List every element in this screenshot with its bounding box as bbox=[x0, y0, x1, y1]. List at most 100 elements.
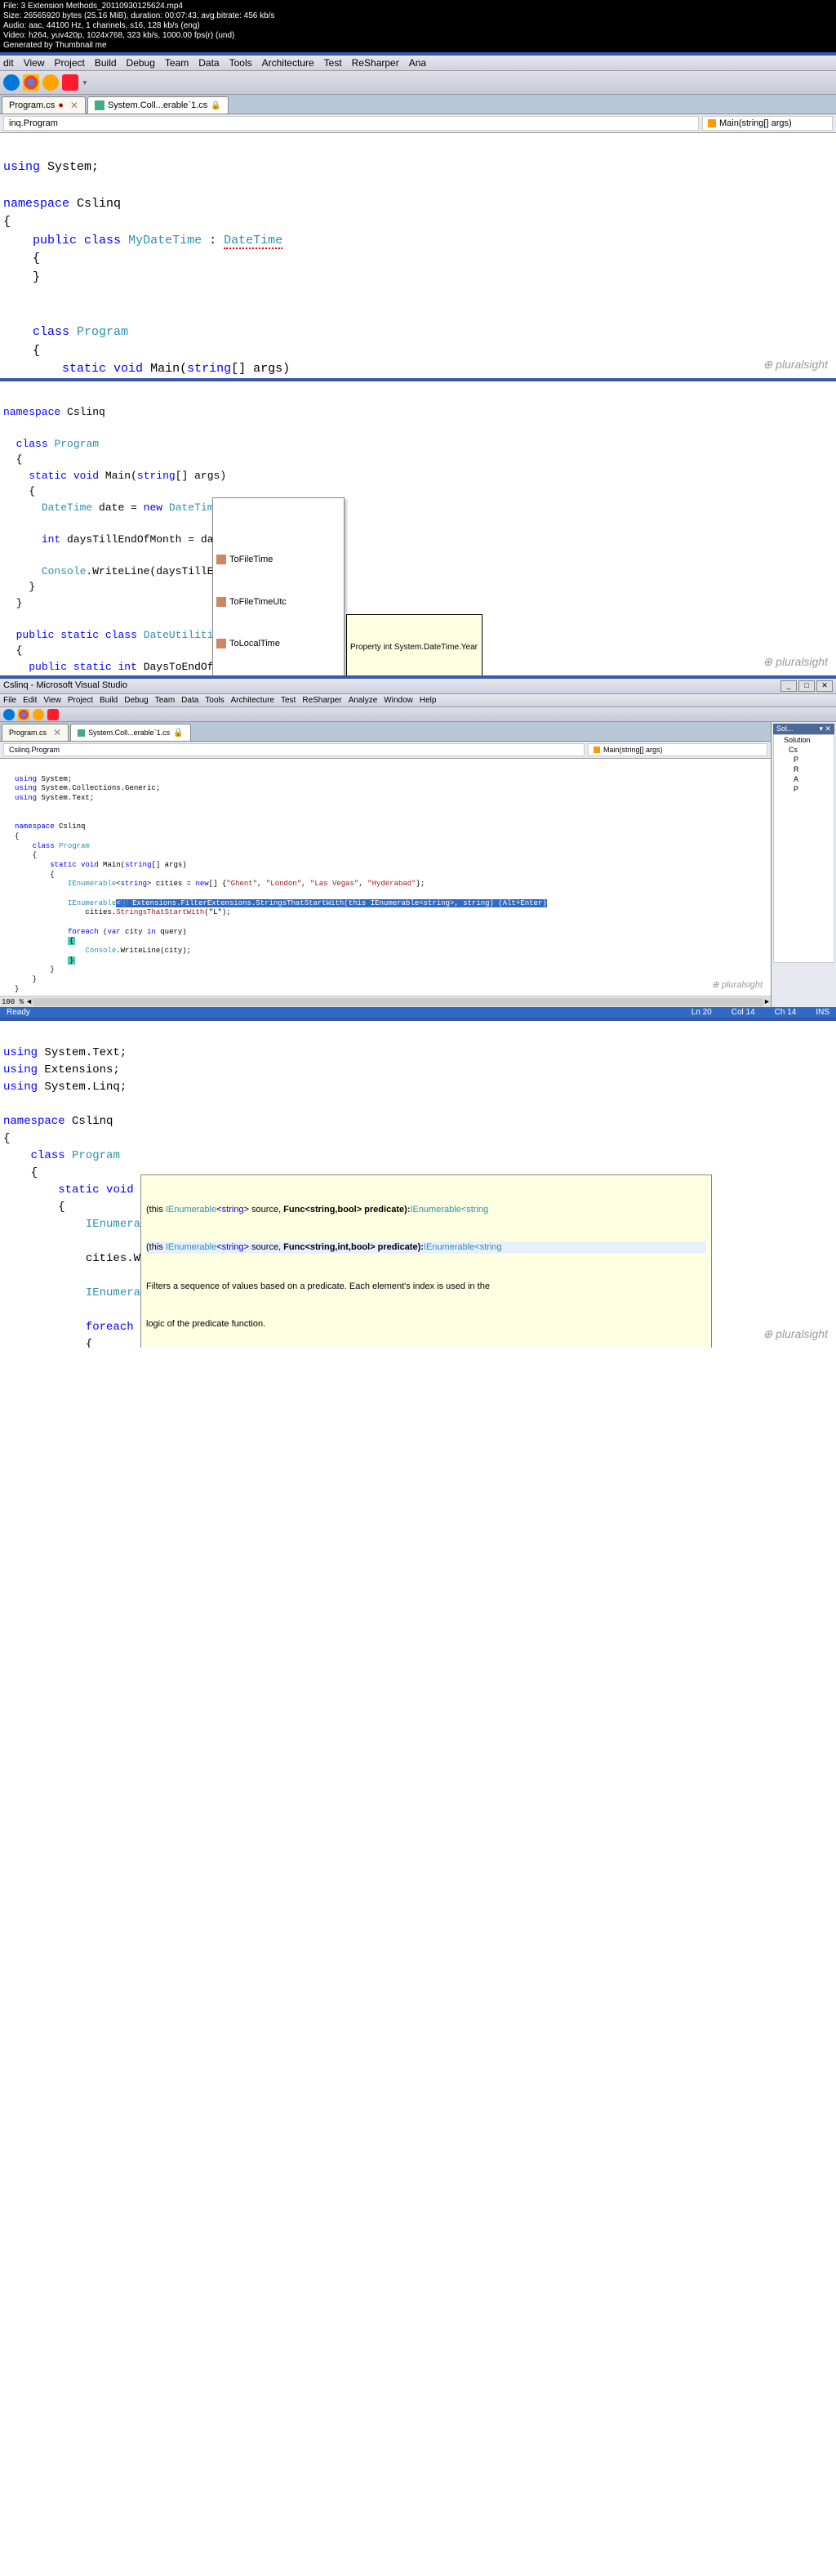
method-icon bbox=[216, 597, 226, 607]
menu-architecture[interactable]: Architecture bbox=[262, 57, 314, 69]
dropdown-icon[interactable]: ▾ bbox=[82, 77, 88, 89]
status-line: Ln 20 bbox=[691, 1008, 712, 1017]
tab-label: System.Coll...erable`1.cs bbox=[88, 729, 170, 737]
menu-build[interactable]: Build bbox=[95, 57, 117, 69]
intellisense-list[interactable]: ToFileTime ToFileTimeUtc ToLocalTime ToL… bbox=[213, 525, 344, 675]
menu-team[interactable]: Team bbox=[155, 696, 175, 705]
menu-data[interactable]: Data bbox=[181, 696, 198, 705]
cs-file-icon bbox=[78, 729, 85, 737]
lock-icon: 🔒 bbox=[211, 101, 220, 110]
minimize-button[interactable]: _ bbox=[780, 680, 797, 692]
menu-debug[interactable]: Debug bbox=[124, 696, 148, 705]
chrome-icon[interactable] bbox=[18, 709, 29, 720]
method-icon bbox=[594, 747, 600, 753]
modified-indicator: ● bbox=[58, 100, 64, 110]
close-icon[interactable]: ✕ bbox=[53, 727, 61, 738]
menu-tools[interactable]: Tools bbox=[205, 696, 224, 705]
menu-view[interactable]: View bbox=[43, 696, 61, 705]
scroll-track[interactable] bbox=[33, 998, 763, 1006]
menu-build[interactable]: Build bbox=[100, 696, 118, 705]
menu-data[interactable]: Data bbox=[198, 57, 219, 69]
tab-bar: Program.cs ● ✕ System.Coll...erable`1.cs… bbox=[0, 95, 836, 114]
status-ch: Ch 14 bbox=[775, 1008, 797, 1017]
status-bar: Ready Ln 20 Col 14 Ch 14 INS bbox=[0, 1007, 836, 1018]
method-icon bbox=[708, 119, 716, 127]
video-metadata: File: 3 Extension Methods_20110930125624… bbox=[0, 0, 836, 52]
menu-team[interactable]: Team bbox=[165, 57, 189, 69]
tab-system-enumerable[interactable]: System.Coll...erable`1.cs 🔒 bbox=[87, 96, 229, 114]
firefox-icon[interactable] bbox=[42, 74, 59, 91]
solution-explorer: Sol...▾ ✕ Solution Cs P R A P bbox=[771, 722, 836, 1007]
member-label: Main(string[] args) bbox=[719, 118, 792, 128]
code-editor[interactable]: using System.Text; using Extensions; usi… bbox=[0, 1021, 836, 1348]
intellisense-item[interactable]: ToFileTime bbox=[213, 552, 344, 568]
tree-item[interactable]: A bbox=[774, 774, 834, 784]
watermark: pluralsight bbox=[712, 979, 763, 991]
firefox-icon[interactable] bbox=[33, 709, 44, 720]
menu-help[interactable]: Help bbox=[420, 696, 437, 705]
scroll-left-icon[interactable]: ◄ bbox=[27, 998, 31, 1006]
lock-icon: 🔒 bbox=[173, 729, 183, 738]
parameter-info-tooltip: (this IEnumerable<string> source, Func<s… bbox=[140, 1174, 712, 1348]
horizontal-scrollbar[interactable]: 100 % ◄ ► bbox=[0, 996, 771, 1007]
menu-bar: File Edit View Project Build Debug Team … bbox=[0, 694, 836, 707]
type-dropdown[interactable]: Cslinq.Program bbox=[3, 743, 585, 756]
method-icon bbox=[216, 555, 226, 564]
code-editor[interactable]: using System; namespace Cslinq { public … bbox=[0, 133, 836, 378]
tab-program-cs[interactable]: Program.cs ● ✕ bbox=[2, 96, 86, 114]
chrome-icon[interactable] bbox=[23, 74, 39, 91]
menu-tools[interactable]: Tools bbox=[229, 57, 252, 69]
tab-system-enumerable[interactable]: System.Coll...erable`1.cs 🔒 bbox=[70, 724, 191, 741]
tree-item-project[interactable]: Cs bbox=[774, 745, 834, 755]
menu-test[interactable]: Test bbox=[281, 696, 296, 705]
tree-item[interactable]: P bbox=[774, 755, 834, 764]
watermark: pluralsight bbox=[763, 1326, 828, 1343]
menu-window[interactable]: Window bbox=[384, 696, 413, 705]
menu-bar: dit View Project Build Debug Team Data T… bbox=[0, 56, 836, 71]
menu-analyze[interactable]: Analyze bbox=[349, 696, 378, 705]
close-icon[interactable]: ✕ bbox=[70, 100, 78, 111]
menu-debug[interactable]: Debug bbox=[127, 57, 155, 69]
menu-resharper[interactable]: ReSharper bbox=[302, 696, 341, 705]
opera-icon[interactable] bbox=[62, 74, 78, 91]
type-dropdown[interactable]: inq.Program bbox=[3, 116, 699, 131]
menu-project[interactable]: Project bbox=[54, 57, 84, 69]
menu-test[interactable]: Test bbox=[324, 57, 342, 69]
intellisense-popup: ToFileTime ToFileTimeUtc ToLocalTime ToL… bbox=[212, 497, 345, 675]
close-button[interactable]: ✕ bbox=[816, 680, 833, 692]
ie-icon[interactable] bbox=[3, 709, 15, 720]
solution-explorer-title: Sol...▾ ✕ bbox=[773, 724, 834, 734]
menu-analyze[interactable]: Ana bbox=[409, 57, 426, 69]
method-icon bbox=[216, 639, 226, 648]
code-editor[interactable]: using System; using System.Collections.G… bbox=[0, 759, 771, 996]
menu-edit[interactable]: dit bbox=[3, 57, 14, 69]
opera-icon[interactable] bbox=[47, 709, 59, 720]
intellisense-item[interactable]: ToLocalTime bbox=[213, 636, 344, 652]
tree-item[interactable]: R bbox=[774, 764, 834, 774]
menu-edit[interactable]: Edit bbox=[23, 696, 37, 705]
window-title: Cslinq - Microsoft Visual Studio bbox=[3, 680, 127, 692]
tree-item[interactable]: P bbox=[774, 784, 834, 794]
scroll-right-icon[interactable]: ► bbox=[765, 998, 769, 1006]
vs-titlebar: Cslinq - Microsoft Visual Studio _ □ ✕ bbox=[0, 679, 836, 694]
member-dropdown[interactable]: Main(string[] args) bbox=[588, 743, 767, 756]
toolbar bbox=[0, 707, 836, 722]
member-dropdown[interactable]: Main(string[] args) bbox=[702, 116, 833, 131]
tree-item-solution[interactable]: Solution bbox=[774, 735, 834, 745]
menu-architecture[interactable]: Architecture bbox=[231, 696, 274, 705]
menu-project[interactable]: Project bbox=[68, 696, 93, 705]
menu-view[interactable]: View bbox=[24, 57, 45, 69]
watermark: pluralsight bbox=[763, 356, 828, 373]
maximize-button[interactable]: □ bbox=[798, 680, 815, 692]
menu-file[interactable]: File bbox=[3, 696, 16, 705]
nav-bar: inq.Program Main(string[] args) bbox=[0, 114, 836, 133]
tab-label: Program.cs bbox=[9, 729, 47, 737]
code-editor[interactable]: namespace Cslinq class Program { static … bbox=[0, 381, 836, 675]
intellisense-item[interactable]: ToFileTimeUtc bbox=[213, 595, 344, 610]
property-tooltip: Property int System.DateTime.Year Gets t… bbox=[346, 614, 482, 675]
tab-program-cs[interactable]: Program.cs ✕ bbox=[2, 724, 69, 741]
ie-icon[interactable] bbox=[3, 74, 20, 91]
nav-bar: Cslinq.Program Main(string[] args) bbox=[0, 742, 771, 759]
status-ins: INS bbox=[816, 1008, 829, 1017]
menu-resharper[interactable]: ReSharper bbox=[352, 57, 399, 69]
